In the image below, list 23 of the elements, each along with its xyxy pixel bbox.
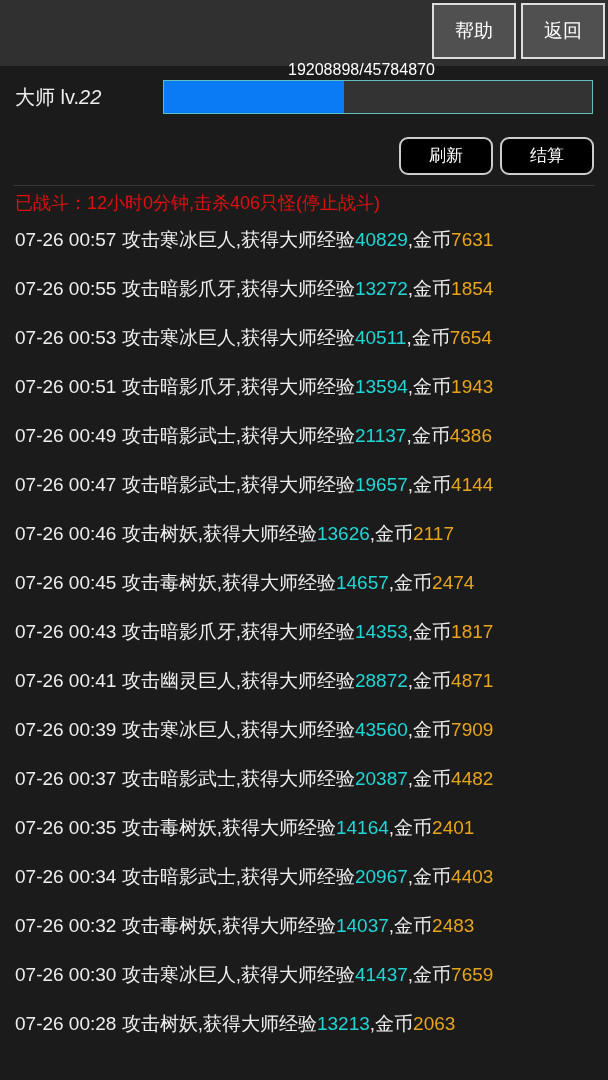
back-button[interactable]: 返回 (521, 3, 605, 59)
log-entry: 07-26 00:34 攻击暗影武士,获得大师经验20967,金币4403 (14, 865, 495, 889)
log-entry: 07-26 00:39 攻击寒冰巨人,获得大师经验43560,金币7909 (14, 718, 495, 742)
log-entry: 07-26 00:43 攻击暗影爪牙,获得大师经验14353,金币1817 (14, 620, 495, 644)
log-entry: 07-26 00:53 攻击寒冰巨人,获得大师经验40511,金币7654 (14, 326, 493, 350)
log-entry: 07-26 00:32 攻击毒树妖,获得大师经验14037,金币2483 (14, 914, 476, 938)
log-entry: 07-26 00:41 攻击幽灵巨人,获得大师经验28872,金币4871 (14, 669, 495, 693)
log-entry: 07-26 00:49 攻击暗影武士,获得大师经验21137,金币4386 (14, 424, 493, 448)
log-entry: 07-26 00:28 攻击树妖,获得大师经验13213,金币2063 (14, 1012, 457, 1036)
log-entry: 07-26 00:57 攻击寒冰巨人,获得大师经验40829,金币7631 (14, 228, 495, 252)
log-entry: 07-26 00:51 攻击暗影爪牙,获得大师经验13594,金币1943 (14, 375, 495, 399)
settle-button[interactable]: 结算 (500, 137, 594, 175)
log-entry: 07-26 00:45 攻击毒树妖,获得大师经验14657,金币2474 (14, 571, 476, 595)
refresh-button[interactable]: 刷新 (399, 137, 493, 175)
help-button[interactable]: 帮助 (432, 3, 516, 59)
master-level: 大师 lv.22 (15, 85, 103, 110)
log-entry: 07-26 00:46 攻击树妖,获得大师经验13626,金币2117 (14, 522, 455, 546)
log-entry: 07-26 00:37 攻击暗影武士,获得大师经验20387,金币4482 (14, 767, 495, 791)
log-entry: 07-26 00:47 攻击暗影武士,获得大师经验19657,金币4144 (14, 473, 495, 497)
log-entry: 07-26 00:55 攻击暗影爪牙,获得大师经验13272,金币1854 (14, 277, 495, 301)
progress-text: 19208898/45784870 (288, 61, 435, 79)
log-entry: 07-26 00:35 攻击毒树妖,获得大师经验14164,金币2401 (14, 816, 476, 840)
log-entry: 07-26 00:30 攻击寒冰巨人,获得大师经验41437,金币7659 (14, 963, 495, 987)
